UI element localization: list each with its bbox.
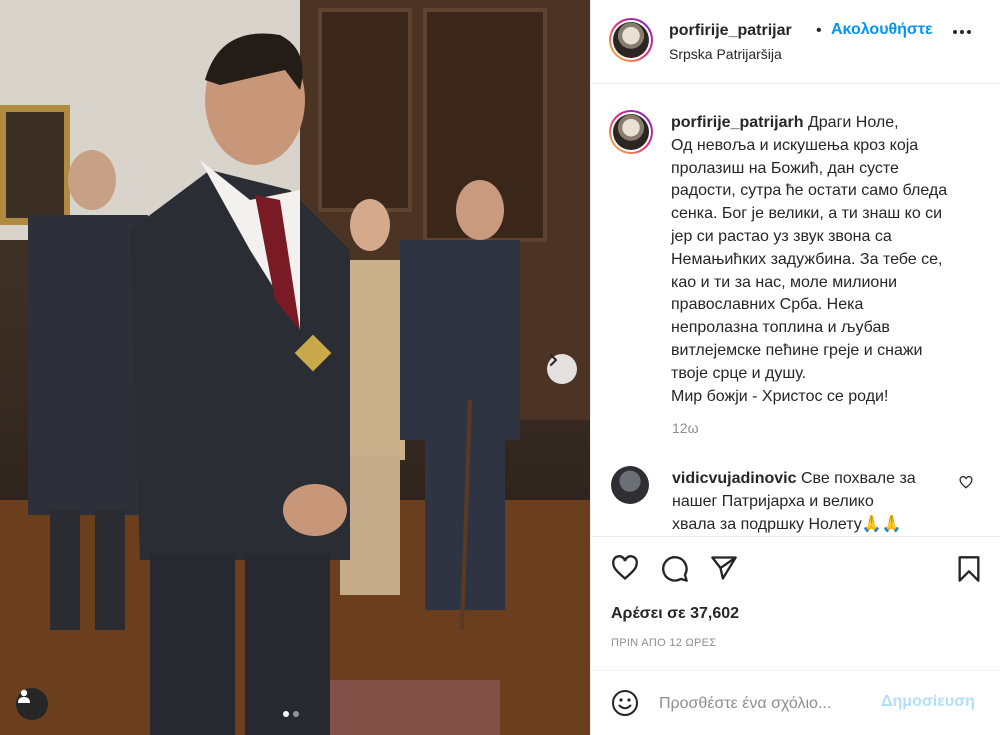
post-comment-button[interactable]: Δημοσίευση xyxy=(881,693,975,711)
post-location[interactable]: Srpska Patrijaršija xyxy=(669,46,782,62)
post-photo[interactable] xyxy=(0,0,590,735)
caption-avatar[interactable] xyxy=(609,110,653,154)
comment-icon[interactable] xyxy=(661,555,689,583)
follow-button[interactable]: Ακολουθήστε xyxy=(831,21,933,39)
user-tag-icon xyxy=(18,689,30,703)
carousel-dot-active xyxy=(283,711,289,717)
caption-line: витлејемске пећине греје и снажи xyxy=(671,341,923,359)
author-avatar[interactable] xyxy=(609,18,653,62)
caption-line: твоје срце и душу. xyxy=(671,364,807,382)
emoji-icon[interactable] xyxy=(611,689,639,717)
carousel-dot xyxy=(293,711,299,717)
author-username[interactable]: porfirije_patrijar xyxy=(669,22,792,40)
next-photo-button[interactable] xyxy=(547,354,577,384)
caption-line: јер си растао уз звук звона са xyxy=(671,227,892,245)
bookmark-icon[interactable] xyxy=(957,555,981,583)
tagged-users-button[interactable] xyxy=(16,688,48,720)
post-header: porfirije_patrijar • Ακολουθήστε Srpska … xyxy=(591,0,1000,84)
caption-line: Од невоља и искушења кроз која xyxy=(671,136,919,154)
more-icon xyxy=(953,30,957,34)
post-actions: Αρέσει σε 37,602 ΠΡΙΝ ΑΠΟ 12 ΩΡΕΣ xyxy=(591,536,1000,670)
comments-section[interactable]: porfirije_patrijarh Драги Ноле, Од невољ… xyxy=(591,84,1000,536)
caption-line: сенка. Бог је велики, а ти знаш ко си xyxy=(671,205,943,223)
caption-line: Драги Ноле, xyxy=(807,114,899,131)
caption-text: porfirije_patrijarh Драги Ноле, Од невољ… xyxy=(671,112,991,408)
chevron-right-icon xyxy=(550,354,557,366)
caption-line: Мир божји - Христос се роди! xyxy=(671,387,889,405)
caption-line: православних Срба. Нека xyxy=(671,296,864,314)
caption-username[interactable]: porfirije_patrijarh xyxy=(671,114,803,131)
share-icon[interactable] xyxy=(710,555,738,581)
comment-line: хвала за подршку Нолету🙏🙏 xyxy=(672,515,902,533)
caption-line: непролазна топлина и љубав xyxy=(671,319,890,337)
commenter-username[interactable]: vidicvujadinovic xyxy=(672,470,796,487)
header-separator: • xyxy=(816,22,822,39)
add-comment-bar: Δημοσίευση xyxy=(591,670,1000,735)
caption-timestamp[interactable]: 12ω xyxy=(672,420,699,436)
comment-like-heart-icon[interactable] xyxy=(959,476,973,489)
comment-input[interactable] xyxy=(657,691,871,717)
caption-line: Немањићких задужбина. За тебе се, xyxy=(671,250,943,268)
caption-line: као и ти за нас, моле милиони xyxy=(671,273,898,291)
commenter-avatar[interactable] xyxy=(611,466,649,504)
caption-line: радости, сутра ће остати само бледа xyxy=(671,182,948,200)
caption-line: пролазиш на Божић, дан сусте xyxy=(671,159,899,177)
post-details-panel: porfirije_patrijar • Ακολουθήστε Srpska … xyxy=(590,0,1000,735)
comment-line: нашег Патријарха и велико xyxy=(672,492,874,510)
comment-line: Све похвале за xyxy=(800,470,916,487)
post-age[interactable]: ΠΡΙΝ ΑΠΟ 12 ΩΡΕΣ xyxy=(611,637,716,649)
avatar-image xyxy=(613,22,649,58)
photo-illustration xyxy=(0,0,590,735)
likes-count[interactable]: Αρέσει σε 37,602 xyxy=(611,605,739,623)
comment-text: vidicvujadinovic Све похвале за нашег Па… xyxy=(672,468,962,536)
carousel-indicator xyxy=(283,711,299,717)
more-options-button[interactable] xyxy=(953,30,971,34)
heart-icon[interactable] xyxy=(611,555,639,581)
